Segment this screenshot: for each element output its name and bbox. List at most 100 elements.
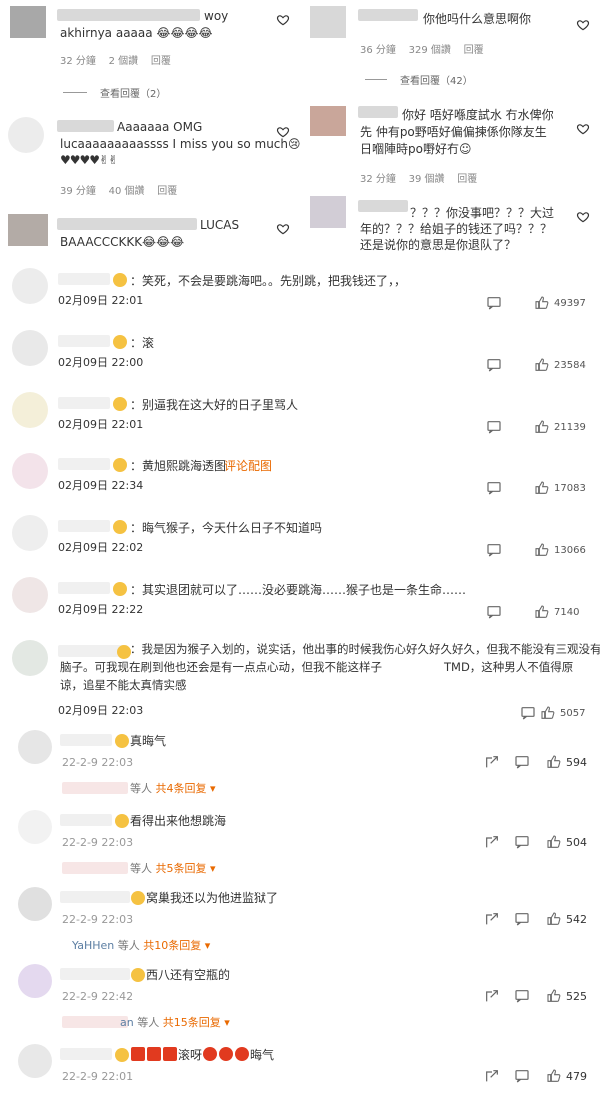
username-blurred[interactable] (57, 218, 197, 230)
comment-time: 02月09日 22:01 (58, 294, 144, 307)
reply-count-link[interactable]: 共10条回复 (143, 939, 201, 952)
avatar[interactable] (8, 117, 44, 153)
username-blurred[interactable] (57, 120, 114, 132)
reply-icon[interactable] (520, 705, 536, 721)
like-icon[interactable] (546, 911, 562, 927)
avatar[interactable] (18, 1044, 52, 1078)
reply-summary[interactable]: YaHHen 等人 共10条回复 ▾ (72, 937, 210, 953)
avatar[interactable] (18, 887, 52, 921)
comment-icon[interactable] (514, 988, 530, 1004)
comment-image-link[interactable]: 评论配图 (224, 457, 272, 475)
username-blurred[interactable] (358, 106, 398, 118)
share-icon[interactable] (484, 1068, 500, 1084)
username-blurred[interactable] (58, 273, 110, 285)
comment-icon[interactable] (514, 911, 530, 927)
username-blurred[interactable] (58, 397, 110, 409)
reply-count-link[interactable]: 共4条回复 (156, 782, 207, 795)
reply-summary[interactable]: an 等人 共15条回复 ▾ (120, 1014, 230, 1030)
username-blurred[interactable] (57, 9, 200, 21)
comment-time: 02月09日 22:22 (58, 603, 144, 616)
avatar[interactable] (12, 268, 48, 304)
fan-badge-icon (117, 645, 131, 659)
comment-icon[interactable] (514, 1068, 530, 1084)
avatar[interactable] (18, 810, 52, 844)
like-button[interactable]: 23584 (534, 357, 586, 373)
share-icon[interactable] (484, 834, 500, 850)
heart-icon[interactable] (576, 210, 590, 224)
view-replies-link[interactable]: 查看回覆（2） (100, 85, 166, 100)
chevron-down-icon[interactable]: ▾ (210, 862, 216, 875)
avatar[interactable] (310, 6, 346, 38)
share-icon[interactable] (484, 911, 500, 927)
heart-icon[interactable] (576, 18, 590, 32)
like-icon[interactable] (546, 834, 562, 850)
avatar[interactable] (310, 196, 346, 228)
reply-link[interactable]: 回覆 (157, 186, 177, 197)
avatar[interactable] (12, 640, 48, 676)
like-icon[interactable] (546, 1068, 562, 1084)
reply-icon[interactable] (486, 357, 502, 373)
avatar[interactable] (310, 106, 346, 136)
avatar[interactable] (10, 6, 46, 38)
reply-link[interactable]: 回覆 (457, 174, 477, 185)
share-icon[interactable] (484, 988, 500, 1004)
reply-link[interactable]: 回覆 (151, 56, 171, 67)
avatar[interactable] (12, 577, 48, 613)
share-icon[interactable] (484, 754, 500, 770)
heart-icon[interactable] (276, 13, 290, 27)
fan-badge-icon (113, 273, 127, 287)
like-icon[interactable] (546, 988, 562, 1004)
like-button[interactable]: 49397 (534, 295, 586, 311)
like-icon[interactable] (546, 754, 562, 770)
username-blurred[interactable] (60, 814, 112, 826)
avatar[interactable] (18, 964, 52, 998)
chevron-down-icon[interactable]: ▾ (205, 939, 211, 952)
like-button[interactable]: 13066 (534, 542, 586, 558)
like-count: 49397 (554, 297, 586, 309)
like-button[interactable]: 21139 (534, 419, 586, 435)
heart-icon[interactable] (576, 122, 590, 136)
avatar[interactable] (8, 214, 48, 246)
reply-icon[interactable] (486, 295, 502, 311)
comment-icon[interactable] (514, 754, 530, 770)
reply-username[interactable]: an (120, 1016, 134, 1029)
username-blurred[interactable] (60, 968, 130, 980)
username-blurred[interactable] (58, 335, 110, 347)
like-button[interactable]: 17083 (534, 480, 586, 496)
reply-summary[interactable]: 等人 共4条回复 ▾ (130, 780, 216, 796)
chevron-down-icon[interactable]: ▾ (224, 1016, 230, 1029)
username-blurred[interactable] (58, 520, 110, 532)
username-blurred[interactable] (60, 734, 112, 746)
username-blurred[interactable] (60, 891, 130, 903)
avatar[interactable] (12, 453, 48, 489)
chevron-down-icon[interactable]: ▾ (210, 782, 216, 795)
username-blurred[interactable] (58, 582, 110, 594)
avatar[interactable] (12, 392, 48, 428)
heart-icon[interactable] (276, 125, 290, 139)
comment-icon[interactable] (514, 834, 530, 850)
reply-summary[interactable]: 等人 共5条回复 ▾ (130, 860, 216, 876)
reply-icon[interactable] (486, 542, 502, 558)
reply-count-link[interactable]: 共15条回复 (163, 1016, 221, 1029)
heart-icon[interactable] (276, 222, 290, 236)
username-blurred[interactable] (358, 9, 418, 21)
reply-icon[interactable] (486, 480, 502, 496)
username-blurred[interactable] (358, 200, 408, 212)
reply-count-link[interactable]: 共5条回复 (156, 862, 207, 875)
reply-user-blurred[interactable] (62, 1016, 128, 1028)
avatar[interactable] (12, 330, 48, 366)
reply-user-blurred[interactable] (62, 782, 128, 794)
username-blurred[interactable] (58, 458, 110, 470)
reply-link[interactable]: 回覆 (464, 45, 484, 56)
reply-icon[interactable] (486, 419, 502, 435)
comment-time: 02月09日 22:00 (58, 356, 144, 369)
like-button[interactable]: 5057 (540, 705, 585, 721)
username-blurred[interactable] (60, 1048, 112, 1060)
view-replies-link[interactable]: 查看回覆（42） (400, 72, 473, 87)
reply-icon[interactable] (486, 604, 502, 620)
like-button[interactable]: 7140 (534, 604, 579, 620)
avatar[interactable] (18, 730, 52, 764)
avatar[interactable] (12, 515, 48, 551)
reply-username[interactable]: YaHHen (72, 939, 114, 952)
reply-user-blurred[interactable] (62, 862, 128, 874)
